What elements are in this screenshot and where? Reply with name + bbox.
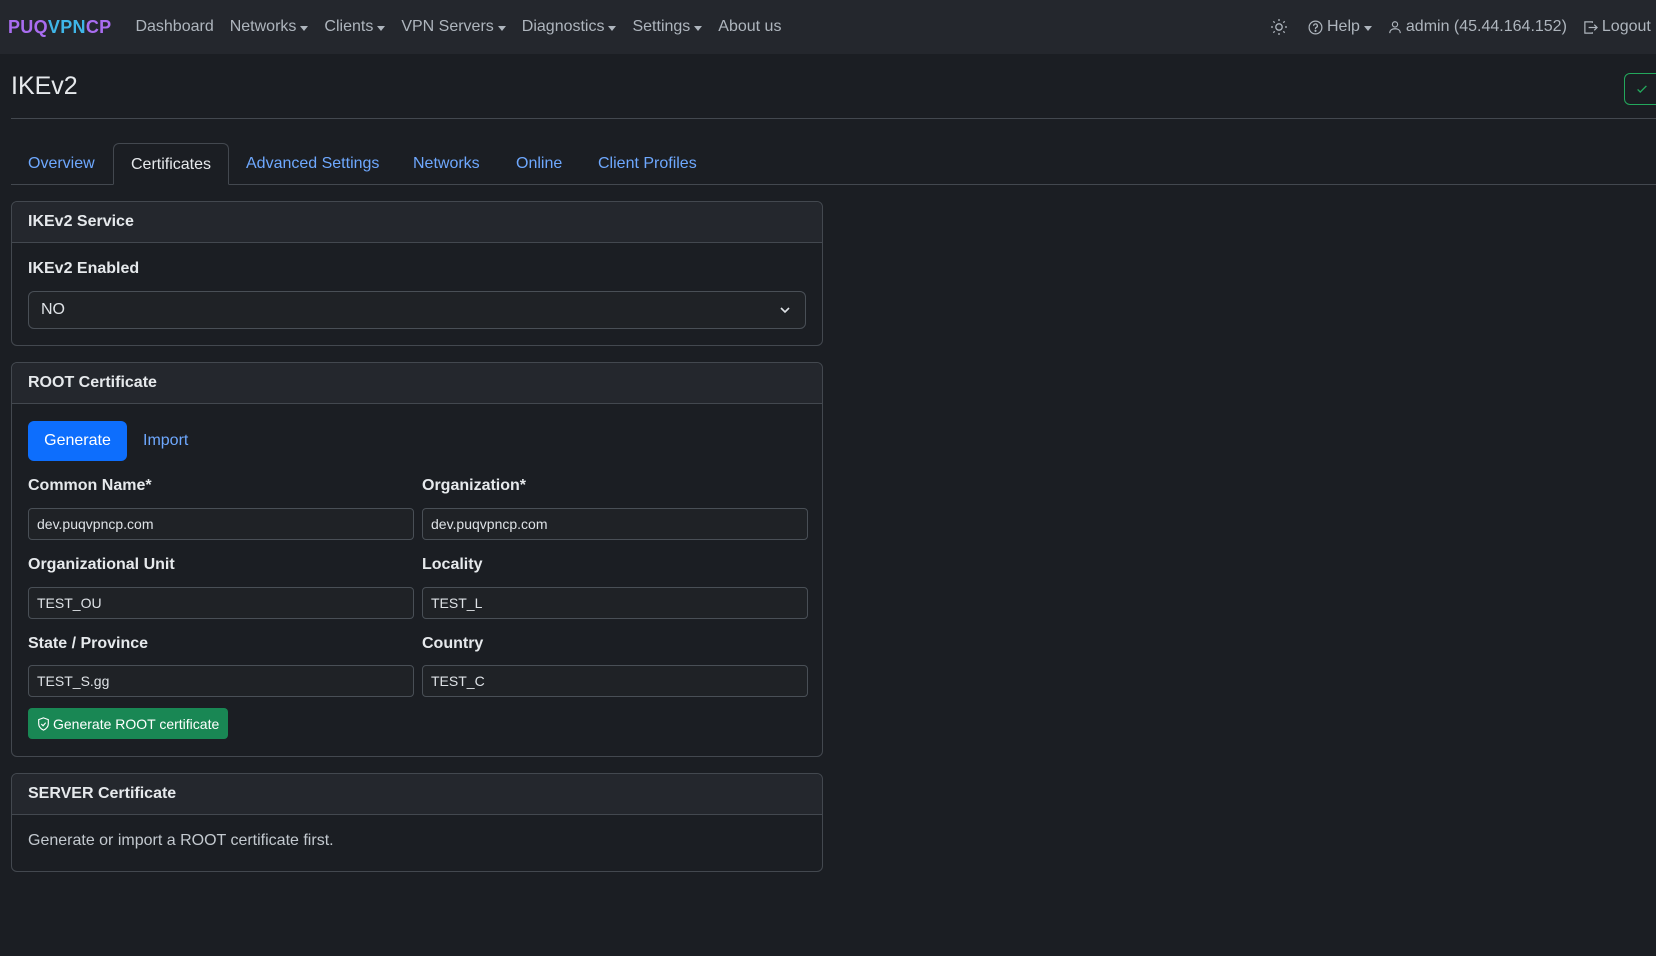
brand-logo[interactable]: PUQVPNCP bbox=[8, 17, 111, 38]
check-icon bbox=[1637, 85, 1647, 94]
tab-client-profiles[interactable]: Client Profiles bbox=[581, 143, 714, 184]
tab-online[interactable]: Online bbox=[499, 143, 579, 184]
organizational-unit-label: Organizational Unit bbox=[28, 556, 175, 573]
nav-networks[interactable]: Networks bbox=[230, 18, 309, 36]
locality-input[interactable]: TEST_L bbox=[422, 587, 808, 619]
caret-down-icon bbox=[1363, 25, 1372, 31]
main-nav: Dashboard Networks Clients VPN Servers D… bbox=[135, 18, 797, 36]
ikev2-service-header: IKEv2 Service bbox=[12, 202, 822, 243]
state-province-label: State / Province bbox=[28, 635, 149, 652]
nav-dashboard[interactable]: Dashboard bbox=[135, 18, 213, 36]
user-icon bbox=[1389, 21, 1401, 34]
nav-vpn-servers-label: VPN Servers bbox=[401, 18, 494, 35]
caret-down-icon bbox=[377, 25, 386, 31]
ikev2-enabled-value: NO bbox=[41, 301, 65, 318]
common-name-input[interactable]: dev.puqvpncp.com bbox=[28, 508, 414, 540]
organization-input[interactable]: dev.puqvpncp.com bbox=[422, 508, 808, 540]
generate-root-certificate-button[interactable]: Generate ROOT certificate bbox=[28, 708, 229, 739]
nav-diagnostics-label: Diagnostics bbox=[521, 18, 605, 35]
nav-networks-label: Networks bbox=[229, 18, 297, 35]
sun-icon bbox=[1271, 19, 1287, 35]
import-tab-button[interactable]: Import bbox=[143, 421, 188, 461]
root-certificate-header: ROOT Certificate bbox=[12, 363, 822, 404]
ikev2-service-card: IKEv2 Service IKEv2 Enabled NO bbox=[11, 201, 823, 346]
nav-right: Help admin (45.44.164.152) Logout bbox=[1270, 0, 1656, 54]
server-certificate-card: SERVER Certificate Generate or import a … bbox=[11, 773, 823, 872]
nav-diagnostics[interactable]: Diagnostics bbox=[522, 18, 617, 36]
server-certificate-header: SERVER Certificate bbox=[12, 774, 822, 815]
ikev2-enabled-label: IKEv2 Enabled bbox=[28, 260, 140, 277]
title-divider bbox=[11, 118, 1656, 119]
generate-tab-button[interactable]: Generate bbox=[28, 421, 127, 461]
server-certificate-message: Generate or import a ROOT certificate fi… bbox=[28, 832, 334, 849]
country-label: Country bbox=[422, 635, 484, 652]
tab-advanced-settings[interactable]: Advanced Settings bbox=[229, 143, 396, 184]
caret-down-icon bbox=[694, 25, 703, 31]
tab-certificates[interactable]: Certificates bbox=[113, 143, 230, 185]
nav-vpn-servers[interactable]: VPN Servers bbox=[401, 18, 506, 36]
ikev2-enabled-select[interactable]: NO bbox=[28, 291, 806, 329]
root-certificate-card: ROOT Certificate Generate Import Common … bbox=[11, 362, 823, 757]
brand-part-3: CP bbox=[85, 16, 112, 37]
brand-part-1: PUQ bbox=[8, 16, 48, 37]
locality-label: Locality bbox=[422, 556, 483, 573]
generate-root-certificate-label: Generate ROOT certificate bbox=[53, 715, 220, 732]
nav-settings[interactable]: Settings bbox=[632, 18, 703, 36]
country-input[interactable]: TEST_C bbox=[422, 665, 808, 697]
user-menu[interactable]: admin (45.44.164.152) bbox=[1388, 18, 1567, 36]
nav-dashboard-label: Dashboard bbox=[135, 18, 214, 35]
nav-about-us[interactable]: About us bbox=[718, 18, 781, 36]
caret-down-icon bbox=[300, 25, 309, 31]
tab-overview[interactable]: Overview bbox=[11, 143, 112, 184]
nav-settings-label: Settings bbox=[632, 18, 691, 35]
tab-networks[interactable]: Networks bbox=[396, 143, 497, 184]
logout-icon bbox=[1584, 20, 1598, 34]
logout-link[interactable]: Logout bbox=[1583, 18, 1651, 36]
help-label: Help bbox=[1327, 18, 1360, 35]
theme-toggle[interactable] bbox=[1270, 18, 1292, 36]
common-name-label: Common Name* bbox=[28, 477, 152, 494]
shield-icon bbox=[38, 716, 49, 731]
help-circle-icon bbox=[1308, 20, 1323, 34]
tab-bar: Overview Certificates Advanced Settings … bbox=[11, 143, 1656, 185]
caret-down-icon bbox=[497, 25, 506, 31]
logout-label: Logout bbox=[1601, 18, 1651, 35]
user-label: admin (45.44.164.152) bbox=[1405, 18, 1567, 35]
nav-clients[interactable]: Clients bbox=[324, 18, 386, 36]
page-title: IKEv2 bbox=[11, 72, 78, 100]
state-province-input[interactable]: TEST_S.gg bbox=[28, 665, 414, 697]
caret-down-icon bbox=[608, 25, 617, 31]
nav-about-us-label: About us bbox=[718, 18, 782, 35]
brand-part-2: VPN bbox=[47, 16, 86, 37]
help-menu[interactable]: Help bbox=[1308, 18, 1372, 36]
chevron-down-icon bbox=[780, 307, 790, 314]
nav-clients-label: Clients bbox=[324, 18, 374, 35]
organization-label: Organization* bbox=[422, 477, 527, 494]
save-status-button[interactable] bbox=[1624, 73, 1656, 105]
top-navbar: PUQVPNCP Dashboard Networks Clients VPN … bbox=[0, 0, 1656, 54]
organizational-unit-input[interactable]: TEST_OU bbox=[28, 587, 414, 619]
